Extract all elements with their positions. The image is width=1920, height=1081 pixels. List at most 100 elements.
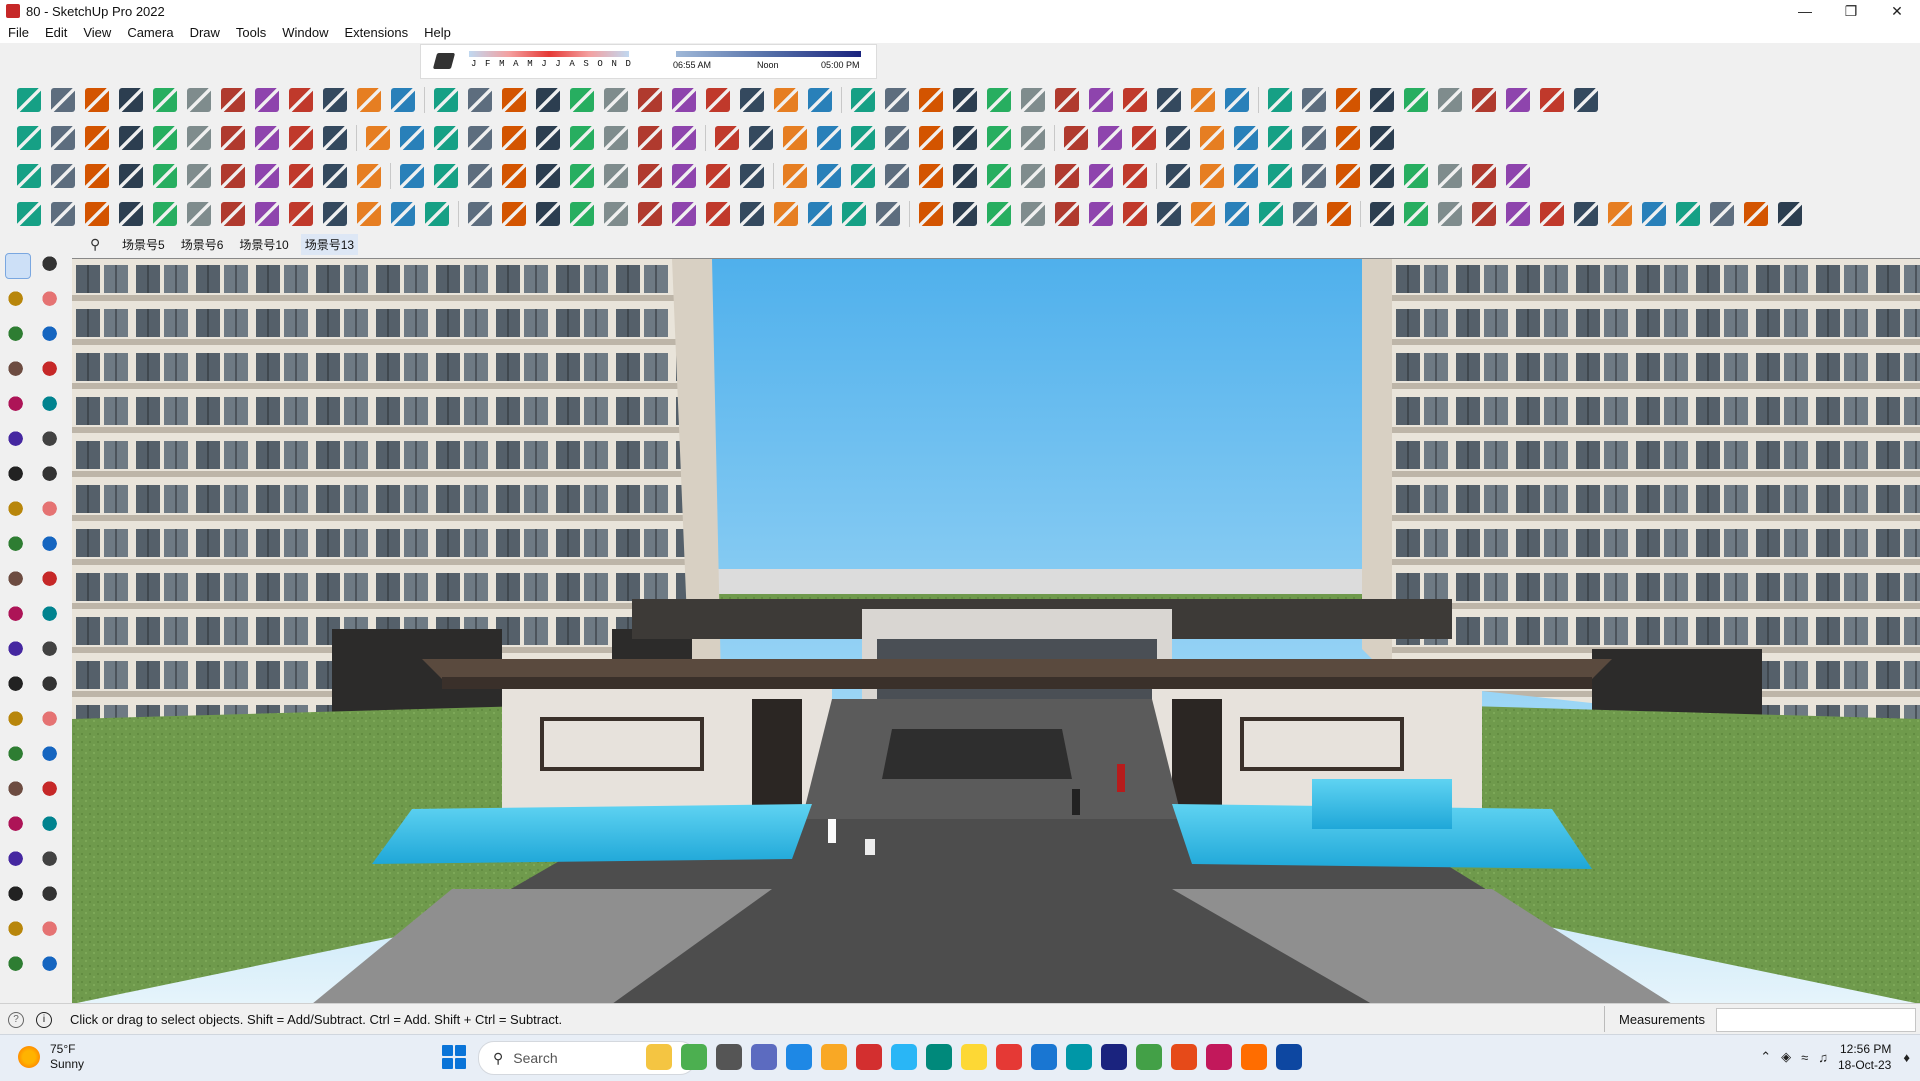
toolbar-tool-icon[interactable] <box>1302 126 1326 150</box>
toolbar-tool-icon[interactable] <box>323 126 347 150</box>
toolbar-tool-icon[interactable] <box>391 88 415 112</box>
toolbar-tool-icon[interactable] <box>808 202 832 226</box>
toolbar-tool-icon[interactable] <box>51 126 75 150</box>
menu-view[interactable]: View <box>75 25 119 40</box>
toolbar-tool-icon[interactable] <box>1336 126 1360 150</box>
toolbar-tool-icon[interactable] <box>323 88 347 112</box>
toolbar-tool-icon[interactable] <box>1123 202 1147 226</box>
menu-window[interactable]: Window <box>274 25 336 40</box>
toolbar-tool-icon[interactable] <box>255 88 279 112</box>
drawing-tool-icon[interactable] <box>40 289 64 313</box>
toolbar-tool-icon[interactable] <box>1438 202 1462 226</box>
scene-tab[interactable]: 场景号10 <box>235 234 292 255</box>
toolbar-tool-icon[interactable] <box>953 88 977 112</box>
drawing-tool-icon[interactable] <box>6 359 30 383</box>
toolbar-tool-icon[interactable] <box>851 88 875 112</box>
toolbar-tool-icon[interactable] <box>85 164 109 188</box>
time-slider[interactable] <box>676 51 861 57</box>
month-slider[interactable] <box>469 51 629 57</box>
drawing-tool-icon[interactable] <box>40 254 64 278</box>
toolbar-tool-icon[interactable] <box>1574 202 1598 226</box>
toolbar-tool-icon[interactable] <box>1259 202 1283 226</box>
telegram-icon[interactable] <box>891 1044 917 1070</box>
toolbar-tool-icon[interactable] <box>1506 202 1530 226</box>
toolbar-tool-icon[interactable] <box>357 202 381 226</box>
toolbar-tool-icon[interactable] <box>1608 202 1632 226</box>
toolbar-tool-icon[interactable] <box>221 164 245 188</box>
toolbar-tool-icon[interactable] <box>1225 88 1249 112</box>
toolbar-tool-icon[interactable] <box>1370 202 1394 226</box>
toolbar-tool-icon[interactable] <box>570 202 594 226</box>
folder-icon[interactable] <box>646 1044 672 1070</box>
drawing-tool-icon[interactable] <box>40 674 64 698</box>
toolbar-tool-icon[interactable] <box>987 88 1011 112</box>
toolbar-tool-icon[interactable] <box>221 202 245 226</box>
toolbar-tool-icon[interactable] <box>774 88 798 112</box>
toolbar-tool-icon[interactable] <box>1370 88 1394 112</box>
toolbar-tool-icon[interactable] <box>357 88 381 112</box>
drawing-tool-icon[interactable] <box>40 954 64 978</box>
files-icon[interactable] <box>821 1044 847 1070</box>
toolbar-tool-icon[interactable] <box>987 202 1011 226</box>
toolbar-tool-icon[interactable] <box>434 126 458 150</box>
toolbar-tool-icon[interactable] <box>987 126 1011 150</box>
drawing-tool-icon[interactable] <box>6 394 30 418</box>
toolbar-tool-icon[interactable] <box>1055 88 1079 112</box>
soundcloud-icon[interactable] <box>1241 1044 1267 1070</box>
toolbar-tool-icon[interactable] <box>289 126 313 150</box>
toolbar-tool-icon[interactable] <box>1540 88 1564 112</box>
toolbar-tool-icon[interactable] <box>1370 126 1394 150</box>
toolbar-tool-icon[interactable] <box>400 164 424 188</box>
drive-icon[interactable] <box>1136 1044 1162 1070</box>
drawing-tool-icon[interactable] <box>40 849 64 873</box>
network-icon[interactable]: ◈ <box>1781 1049 1791 1065</box>
toolbar-tool-icon[interactable] <box>987 164 1011 188</box>
toolbar-tool-icon[interactable] <box>1293 202 1317 226</box>
toolbar-tool-icon[interactable] <box>1055 202 1079 226</box>
toolbar-tool-icon[interactable] <box>1472 164 1496 188</box>
drawing-tool-icon[interactable] <box>6 534 30 558</box>
toolbar-tool-icon[interactable] <box>885 164 909 188</box>
toolbar-tool-icon[interactable] <box>1191 88 1215 112</box>
minimize-icon[interactable]: — <box>1782 0 1828 22</box>
sketchup-taskbar-icon[interactable] <box>1066 1044 1092 1070</box>
chrome-profile-icon[interactable] <box>1171 1044 1197 1070</box>
toolbar-tool-icon[interactable] <box>817 126 841 150</box>
menu-draw[interactable]: Draw <box>182 25 228 40</box>
toolbar-tool-icon[interactable] <box>1506 164 1530 188</box>
toolbar-tool-icon[interactable] <box>187 202 211 226</box>
toolbar-tool-icon[interactable] <box>638 164 662 188</box>
toolbar-tool-icon[interactable] <box>502 88 526 112</box>
drawing-tool-icon[interactable] <box>6 429 30 453</box>
toolbar-tool-icon[interactable] <box>1506 88 1530 112</box>
toolbar-tool-icon[interactable] <box>783 126 807 150</box>
toolbar-tool-icon[interactable] <box>17 126 41 150</box>
drawing-tool-icon[interactable] <box>6 884 30 908</box>
weather-widget[interactable]: 75°F Sunny <box>18 1042 84 1072</box>
toolbar-tool-icon[interactable] <box>1268 88 1292 112</box>
app-icon[interactable] <box>926 1044 952 1070</box>
drawing-tool-icon[interactable] <box>40 429 64 453</box>
toolbar-tool-icon[interactable] <box>289 88 313 112</box>
toolbar-tool-icon[interactable] <box>434 88 458 112</box>
toolbar-tool-icon[interactable] <box>17 164 41 188</box>
toolbar-tool-icon[interactable] <box>119 164 143 188</box>
drawing-tool-icon[interactable] <box>40 324 64 348</box>
select-tool-icon[interactable] <box>5 253 31 279</box>
toolbar-tool-icon[interactable] <box>638 88 662 112</box>
toolbar-tool-icon[interactable] <box>536 202 560 226</box>
toolbar-tool-icon[interactable] <box>468 164 492 188</box>
toolbar-tool-icon[interactable] <box>570 164 594 188</box>
toolbar-tool-icon[interactable] <box>1132 126 1156 150</box>
model-viewport[interactable] <box>72 258 1920 1004</box>
toolbar-tool-icon[interactable] <box>434 164 458 188</box>
drawing-tool-icon[interactable] <box>6 814 30 838</box>
toolbar-tool-icon[interactable] <box>706 164 730 188</box>
drawing-tool-icon[interactable] <box>40 499 64 523</box>
toolbar-tool-icon[interactable] <box>1336 88 1360 112</box>
toolbar-tool-icon[interactable] <box>400 126 424 150</box>
toolbar-tool-icon[interactable] <box>1089 88 1113 112</box>
meet-icon[interactable] <box>751 1044 777 1070</box>
toolbar-tool-icon[interactable] <box>119 88 143 112</box>
restore-icon[interactable]: ❐ <box>1828 0 1874 22</box>
